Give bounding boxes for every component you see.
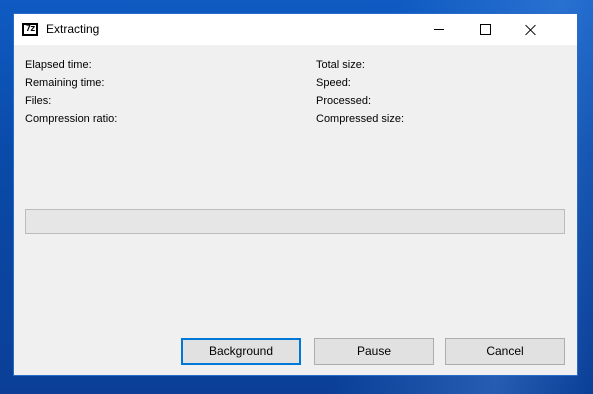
title-bar[interactable]: 7z Extracting <box>14 14 577 45</box>
close-button[interactable] <box>508 14 554 45</box>
maximize-icon <box>479 24 491 35</box>
files-label: Files: <box>25 95 52 107</box>
minimize-button[interactable] <box>416 14 462 45</box>
total-size-label: Total size: <box>316 59 365 71</box>
processed-label: Processed: <box>316 95 372 107</box>
7z-icon: 7z <box>22 23 38 36</box>
extraction-progress-bar <box>25 209 565 234</box>
elapsed-time-label: Elapsed time: <box>25 59 92 71</box>
close-icon <box>525 24 537 36</box>
speed-label: Speed: <box>316 77 351 89</box>
compression-ratio-label: Compression ratio: <box>25 113 118 125</box>
minimize-icon <box>434 29 444 30</box>
pause-button[interactable]: Pause <box>314 338 434 365</box>
extracting-dialog: 7z Extracting Elapsed time: Remaining ti… <box>13 13 578 376</box>
compressed-size-label: Compressed size: <box>316 113 405 125</box>
maximize-button[interactable] <box>462 14 508 45</box>
cancel-button[interactable]: Cancel <box>445 338 565 365</box>
window-title: Extracting <box>46 22 100 36</box>
background-button[interactable]: Background <box>181 338 301 365</box>
remaining-time-label: Remaining time: <box>25 77 105 89</box>
